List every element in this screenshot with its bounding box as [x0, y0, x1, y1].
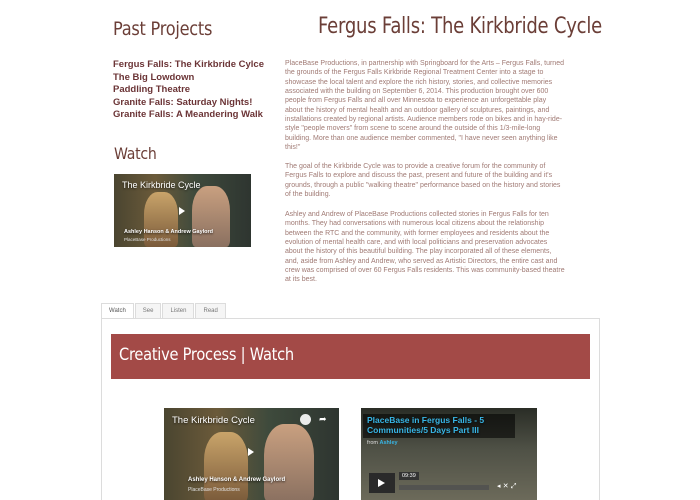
paragraph-intro: PlaceBase Productions, in partnership wi…: [285, 60, 564, 152]
placebase-video-player[interactable]: PlaceBase in Fergus Falls - 5 Communitie…: [361, 408, 537, 500]
tab-bar: Watch See Listen Read: [101, 303, 227, 318]
project-link-paddling-theatre[interactable]: Paddling Theatre: [113, 84, 264, 96]
vimeo-controls[interactable]: ◂ ✕ ⤢: [497, 482, 516, 491]
kirkbride-video-player[interactable]: The Kirkbride Cycle ➦ Ashley Hanson & An…: [164, 408, 339, 500]
tab-watch[interactable]: Watch: [101, 303, 134, 318]
watch-later-icon[interactable]: [300, 414, 311, 425]
paragraph-process: Ashley and Andrew of PlaceBase Productio…: [285, 211, 565, 284]
video-progress-bar[interactable]: [399, 485, 489, 490]
sidebar-video-player[interactable]: The Kirkbride Cycle Ashley Hanson & Andr…: [114, 174, 251, 247]
video-caption: Ashley Hanson & Andrew Gaylord: [188, 477, 286, 483]
banner-title: Creative Process | Watch: [119, 345, 294, 365]
video-person-right: [264, 424, 314, 500]
past-projects-heading: Past Projects: [113, 18, 213, 40]
share-icon[interactable]: ➦: [319, 415, 327, 425]
project-link-granite-falls-saturday[interactable]: Granite Falls: Saturday Nights!: [113, 97, 264, 109]
page-title: Fergus Falls: The Kirkbride Cycle: [318, 14, 602, 39]
video-title: The Kirkbride Cycle: [122, 180, 201, 190]
video-caption: Ashley Hanson & Andrew Gaylord: [124, 229, 214, 235]
play-icon[interactable]: [248, 448, 254, 456]
project-link-kirkbride[interactable]: Fergus Falls: The Kirkbride Cylce: [113, 59, 264, 71]
paragraph-goal: The goal of the Kirkbride Cycle was to p…: [285, 163, 561, 199]
tab-listen[interactable]: Listen: [162, 303, 195, 318]
video-duration: 09:39: [399, 472, 419, 480]
play-icon[interactable]: [179, 207, 185, 215]
watch-heading: Watch: [114, 144, 157, 163]
project-link-granite-falls-walk[interactable]: Granite Falls: A Meandering Walk: [113, 109, 264, 121]
video-sub-caption: PlaceBase Productions: [124, 237, 171, 242]
video-author-link[interactable]: Ashley: [380, 440, 398, 446]
video-person-right: [192, 186, 230, 247]
tab-read[interactable]: Read: [195, 303, 226, 318]
tab-see[interactable]: See: [134, 303, 162, 318]
video-title[interactable]: PlaceBase in Fergus Falls - 5 Communitie…: [367, 415, 517, 435]
play-icon: [378, 479, 385, 487]
video-byline: from Ashley: [367, 440, 398, 446]
video-title: The Kirkbride Cycle: [172, 415, 255, 426]
project-link-big-lowdown[interactable]: The Big Lowdown: [113, 72, 264, 84]
project-list: Fergus Falls: The Kirkbride Cylce The Bi…: [113, 59, 264, 122]
play-button[interactable]: [369, 473, 395, 493]
from-label: from: [367, 440, 378, 446]
video-sub-caption: PlaceBase Productions: [188, 487, 240, 493]
